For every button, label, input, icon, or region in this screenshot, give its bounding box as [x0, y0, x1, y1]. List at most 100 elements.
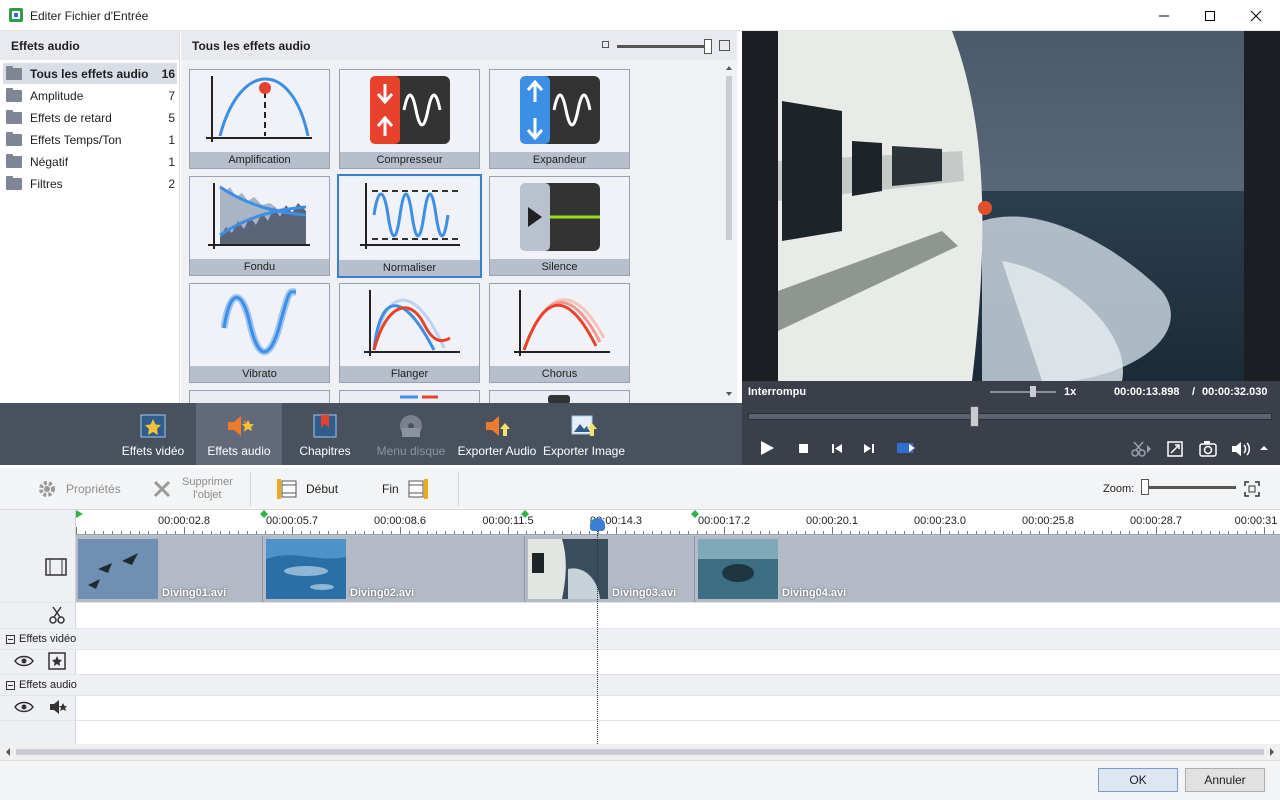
- category-label: Tous les effets audio: [30, 66, 149, 81]
- previous-frame-icon[interactable]: [830, 441, 844, 455]
- time-ruler[interactable]: 00:00:02.8 00:00:05.7 00:00:08.6 00:00:1…: [76, 510, 1280, 534]
- speed-slider[interactable]: [990, 391, 1056, 393]
- video-preview: [742, 31, 1280, 403]
- fade-icon: [190, 177, 329, 259]
- effect-label: Chorus: [490, 366, 629, 382]
- effect-label: Silence: [490, 259, 629, 275]
- effect-tile-flanger[interactable]: Flanger: [339, 283, 480, 383]
- effect-tile-partial[interactable]: [189, 390, 330, 403]
- category-item-negative[interactable]: Négatif 1: [3, 151, 177, 172]
- expander-icon: [490, 70, 629, 152]
- ruler-tick: [400, 527, 401, 534]
- effect-tile-amplification[interactable]: Amplification: [189, 69, 330, 169]
- app-icon: [9, 8, 23, 22]
- effect-label: Flanger: [340, 366, 479, 382]
- close-button[interactable]: [1233, 0, 1279, 31]
- tile-size-slider-thumb[interactable]: [704, 39, 712, 54]
- clip-thumbnail: [266, 539, 346, 599]
- split-marker: [260, 510, 268, 518]
- video-clip[interactable]: Diving01.avi: [76, 536, 263, 602]
- ruler-tick: [508, 527, 509, 534]
- time-separator: /: [1192, 386, 1196, 398]
- effect-label: Compresseur: [340, 152, 479, 168]
- split-marker: [521, 510, 529, 518]
- scissors-icon[interactable]: [48, 606, 66, 624]
- playback-status: Interrompu: [748, 386, 807, 398]
- speed-slider-thumb[interactable]: [1030, 386, 1036, 397]
- playhead-handle[interactable]: [590, 518, 605, 531]
- category-label: Amplitude: [30, 88, 84, 103]
- effect-tile-partial[interactable]: [489, 390, 630, 404]
- fit-zoom-icon[interactable]: [1244, 481, 1260, 497]
- effect-tile-chorus[interactable]: Chorus: [489, 283, 630, 383]
- expand-icon[interactable]: [1166, 440, 1184, 458]
- zoom-label: Zoom:: [1103, 483, 1135, 495]
- properties-button[interactable]: Propriétés: [36, 468, 121, 510]
- play-icon[interactable]: [758, 439, 776, 457]
- export-image-button[interactable]: Exporter Image: [542, 403, 626, 465]
- end-marker-button[interactable]: Fin: [382, 468, 429, 510]
- start-marker-button[interactable]: Début: [276, 468, 338, 510]
- eye-icon[interactable]: [14, 654, 34, 668]
- delete-object-button[interactable]: Supprimer l'objet: [152, 468, 233, 510]
- minimize-button[interactable]: [1141, 0, 1187, 31]
- transport-controls: [742, 403, 1280, 465]
- category-item-amplitude[interactable]: Amplitude 7: [3, 85, 177, 106]
- effect-tile-expander[interactable]: Expandeur: [489, 69, 630, 169]
- chapters-button[interactable]: Chapitres: [288, 403, 362, 465]
- video-effects-section[interactable]: Effets vidéo: [0, 629, 1280, 649]
- collapse-icon[interactable]: [6, 634, 15, 644]
- disc-menu-button[interactable]: Menu disque: [372, 403, 450, 465]
- cancel-button[interactable]: Annuler: [1185, 768, 1265, 792]
- audio-effects-button[interactable]: Effets audio: [196, 403, 282, 465]
- row-divider: [0, 602, 1280, 603]
- collapse-icon[interactable]: [6, 680, 15, 690]
- volume-dropdown-icon[interactable]: [1258, 443, 1270, 453]
- ruler-label: 00:00:23.0: [914, 515, 966, 527]
- scrollbar-track: [726, 66, 732, 396]
- effect-tile-vibrato[interactable]: Vibrato: [189, 283, 330, 383]
- stop-icon[interactable]: [796, 441, 810, 455]
- timeline-scrollbar[interactable]: [0, 744, 1280, 760]
- video-effects-button[interactable]: Effets vidéo: [112, 403, 194, 465]
- ruler-label: 00:00:08.6: [374, 515, 426, 527]
- effect-tile-partial[interactable]: [339, 390, 480, 403]
- snapshot-icon[interactable]: [1198, 440, 1218, 458]
- ruler-label: 00:00:20.1: [806, 515, 858, 527]
- effect-tile-silence[interactable]: Silence: [489, 176, 630, 276]
- category-item-delay[interactable]: Effets de retard 5: [3, 107, 177, 128]
- effects-scrollbar[interactable]: [722, 62, 736, 402]
- video-clip[interactable]: Diving03.avi: [526, 536, 695, 602]
- zoom-slider-thumb[interactable]: [1141, 479, 1149, 495]
- tile-size-slider[interactable]: [617, 45, 709, 48]
- category-item-filters[interactable]: Filtres 2: [3, 173, 177, 194]
- seek-bar-thumb[interactable]: [970, 406, 979, 427]
- ruler-label: 00:00:17.2: [698, 515, 750, 527]
- video-clip[interactable]: Diving04.avi: [696, 536, 1280, 602]
- cut-icon[interactable]: [1130, 441, 1152, 457]
- fullscreen-film-icon[interactable]: [895, 440, 917, 456]
- ruler-label: 00:00:28.7: [1130, 515, 1182, 527]
- effect-tile-fade[interactable]: Fondu: [189, 176, 330, 276]
- audio-effects-section[interactable]: Effets audio: [0, 675, 1280, 695]
- ruler-tick: [724, 527, 725, 534]
- category-count: 5: [168, 110, 175, 125]
- category-header: Effets audio: [0, 31, 179, 60]
- video-track[interactable]: Diving01.avi Diving02.avi Diving03.avi D…: [76, 534, 1280, 602]
- effect-tile-normalize[interactable]: Normaliser: [337, 174, 482, 278]
- maximize-button[interactable]: [1187, 0, 1233, 31]
- eye-icon[interactable]: [14, 700, 34, 714]
- large-size-icon: [719, 40, 730, 51]
- video-clip[interactable]: Diving02.avi: [264, 536, 525, 602]
- next-frame-icon[interactable]: [862, 441, 876, 455]
- volume-icon[interactable]: [1230, 440, 1252, 458]
- category-item-tempo[interactable]: Effets Temps/Ton 1: [3, 129, 177, 150]
- effect-tile-compressor[interactable]: Compresseur: [339, 69, 480, 169]
- seek-bar[interactable]: [748, 413, 1272, 420]
- category-label: Filtres: [30, 176, 63, 191]
- export-audio-button[interactable]: Exporter Audio: [456, 403, 538, 465]
- ok-button[interactable]: OK: [1098, 768, 1178, 792]
- category-item-all[interactable]: Tous les effets audio 16: [3, 63, 177, 84]
- dialog-footer: OK Annuler: [0, 760, 1280, 800]
- zoom-slider[interactable]: [1146, 486, 1236, 489]
